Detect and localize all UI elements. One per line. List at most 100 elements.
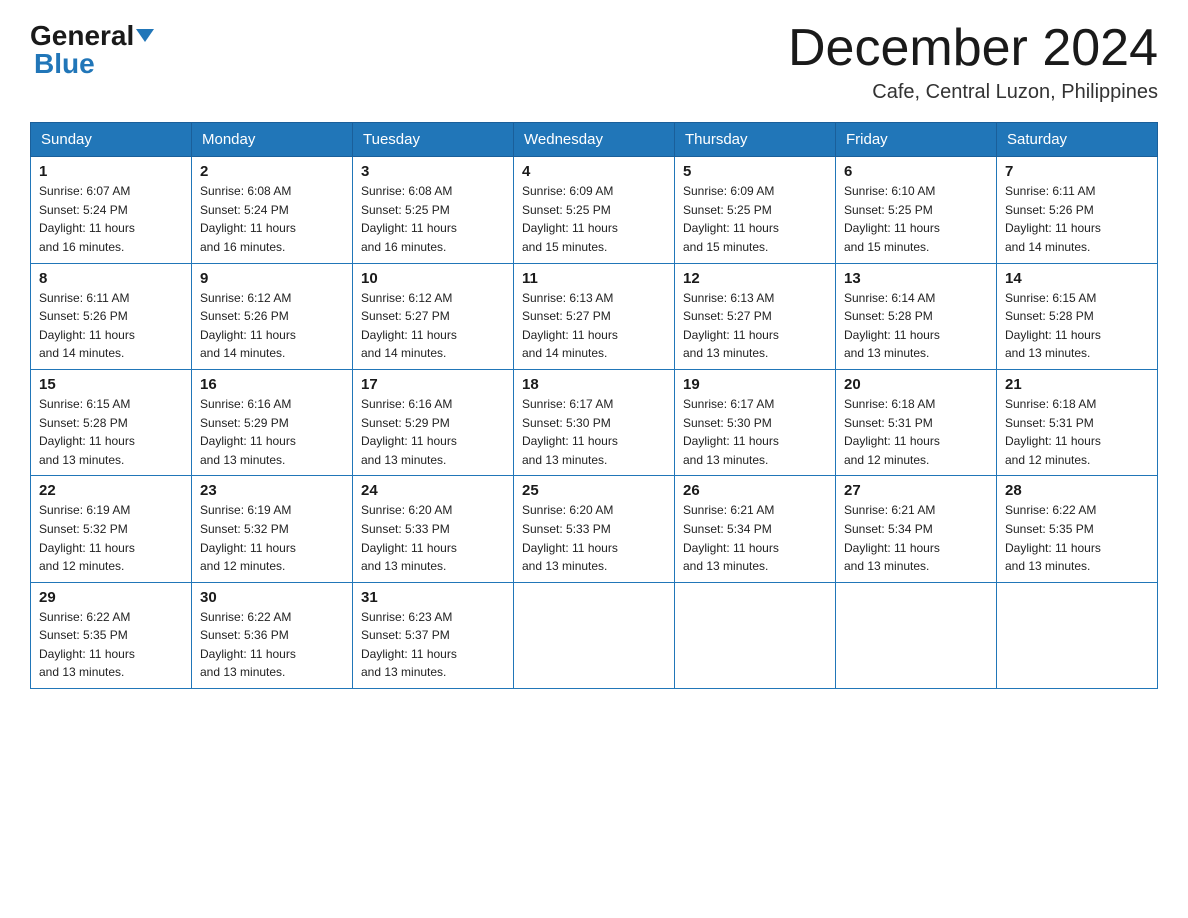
day-number: 30 bbox=[200, 589, 344, 606]
day-number: 15 bbox=[39, 376, 183, 393]
day-info: Sunrise: 6:07 AMSunset: 5:24 PMDaylight:… bbox=[39, 184, 135, 254]
table-row: 12 Sunrise: 6:13 AMSunset: 5:27 PMDaylig… bbox=[675, 263, 836, 369]
table-row: 20 Sunrise: 6:18 AMSunset: 5:31 PMDaylig… bbox=[836, 369, 997, 475]
day-number: 6 bbox=[844, 163, 988, 180]
day-number: 19 bbox=[683, 376, 827, 393]
day-info: Sunrise: 6:22 AMSunset: 5:35 PMDaylight:… bbox=[39, 610, 135, 680]
col-tuesday: Tuesday bbox=[353, 123, 514, 157]
day-info: Sunrise: 6:22 AMSunset: 5:36 PMDaylight:… bbox=[200, 610, 296, 680]
calendar-week-row: 22 Sunrise: 6:19 AMSunset: 5:32 PMDaylig… bbox=[31, 476, 1158, 582]
day-info: Sunrise: 6:22 AMSunset: 5:35 PMDaylight:… bbox=[1005, 503, 1101, 573]
day-number: 11 bbox=[522, 270, 666, 287]
table-row: 14 Sunrise: 6:15 AMSunset: 5:28 PMDaylig… bbox=[997, 263, 1158, 369]
calendar-week-row: 15 Sunrise: 6:15 AMSunset: 5:28 PMDaylig… bbox=[31, 369, 1158, 475]
day-info: Sunrise: 6:15 AMSunset: 5:28 PMDaylight:… bbox=[39, 397, 135, 467]
day-info: Sunrise: 6:20 AMSunset: 5:33 PMDaylight:… bbox=[522, 503, 618, 573]
day-number: 20 bbox=[844, 376, 988, 393]
table-row: 5 Sunrise: 6:09 AMSunset: 5:25 PMDayligh… bbox=[675, 157, 836, 263]
day-info: Sunrise: 6:20 AMSunset: 5:33 PMDaylight:… bbox=[361, 503, 457, 573]
day-info: Sunrise: 6:23 AMSunset: 5:37 PMDaylight:… bbox=[361, 610, 457, 680]
day-info: Sunrise: 6:11 AMSunset: 5:26 PMDaylight:… bbox=[1005, 184, 1101, 254]
table-row: 9 Sunrise: 6:12 AMSunset: 5:26 PMDayligh… bbox=[192, 263, 353, 369]
page-header: General Blue December 2024 Cafe, Central… bbox=[30, 20, 1158, 104]
day-info: Sunrise: 6:18 AMSunset: 5:31 PMDaylight:… bbox=[1005, 397, 1101, 467]
table-row: 2 Sunrise: 6:08 AMSunset: 5:24 PMDayligh… bbox=[192, 157, 353, 263]
table-row bbox=[836, 582, 997, 688]
day-info: Sunrise: 6:15 AMSunset: 5:28 PMDaylight:… bbox=[1005, 291, 1101, 361]
table-row: 7 Sunrise: 6:11 AMSunset: 5:26 PMDayligh… bbox=[997, 157, 1158, 263]
table-row bbox=[997, 582, 1158, 688]
day-info: Sunrise: 6:12 AMSunset: 5:27 PMDaylight:… bbox=[361, 291, 457, 361]
subtitle: Cafe, Central Luzon, Philippines bbox=[788, 81, 1158, 104]
day-number: 3 bbox=[361, 163, 505, 180]
table-row: 6 Sunrise: 6:10 AMSunset: 5:25 PMDayligh… bbox=[836, 157, 997, 263]
day-info: Sunrise: 6:17 AMSunset: 5:30 PMDaylight:… bbox=[522, 397, 618, 467]
calendar-week-row: 1 Sunrise: 6:07 AMSunset: 5:24 PMDayligh… bbox=[31, 157, 1158, 263]
table-row: 27 Sunrise: 6:21 AMSunset: 5:34 PMDaylig… bbox=[836, 476, 997, 582]
table-row: 16 Sunrise: 6:16 AMSunset: 5:29 PMDaylig… bbox=[192, 369, 353, 475]
table-row bbox=[675, 582, 836, 688]
table-row: 11 Sunrise: 6:13 AMSunset: 5:27 PMDaylig… bbox=[514, 263, 675, 369]
table-row: 25 Sunrise: 6:20 AMSunset: 5:33 PMDaylig… bbox=[514, 476, 675, 582]
day-info: Sunrise: 6:14 AMSunset: 5:28 PMDaylight:… bbox=[844, 291, 940, 361]
table-row: 29 Sunrise: 6:22 AMSunset: 5:35 PMDaylig… bbox=[31, 582, 192, 688]
day-info: Sunrise: 6:10 AMSunset: 5:25 PMDaylight:… bbox=[844, 184, 940, 254]
day-info: Sunrise: 6:19 AMSunset: 5:32 PMDaylight:… bbox=[200, 503, 296, 573]
day-number: 22 bbox=[39, 482, 183, 499]
table-row: 28 Sunrise: 6:22 AMSunset: 5:35 PMDaylig… bbox=[997, 476, 1158, 582]
day-number: 31 bbox=[361, 589, 505, 606]
logo-triangle-icon bbox=[136, 29, 154, 42]
table-row: 10 Sunrise: 6:12 AMSunset: 5:27 PMDaylig… bbox=[353, 263, 514, 369]
day-number: 21 bbox=[1005, 376, 1149, 393]
col-friday: Friday bbox=[836, 123, 997, 157]
day-number: 5 bbox=[683, 163, 827, 180]
day-info: Sunrise: 6:18 AMSunset: 5:31 PMDaylight:… bbox=[844, 397, 940, 467]
day-number: 9 bbox=[200, 270, 344, 287]
day-number: 8 bbox=[39, 270, 183, 287]
day-number: 29 bbox=[39, 589, 183, 606]
day-number: 17 bbox=[361, 376, 505, 393]
table-row: 17 Sunrise: 6:16 AMSunset: 5:29 PMDaylig… bbox=[353, 369, 514, 475]
col-wednesday: Wednesday bbox=[514, 123, 675, 157]
day-number: 2 bbox=[200, 163, 344, 180]
table-row: 15 Sunrise: 6:15 AMSunset: 5:28 PMDaylig… bbox=[31, 369, 192, 475]
day-info: Sunrise: 6:13 AMSunset: 5:27 PMDaylight:… bbox=[522, 291, 618, 361]
table-row: 23 Sunrise: 6:19 AMSunset: 5:32 PMDaylig… bbox=[192, 476, 353, 582]
table-row: 3 Sunrise: 6:08 AMSunset: 5:25 PMDayligh… bbox=[353, 157, 514, 263]
calendar-header-row: Sunday Monday Tuesday Wednesday Thursday… bbox=[31, 123, 1158, 157]
day-number: 16 bbox=[200, 376, 344, 393]
day-number: 10 bbox=[361, 270, 505, 287]
day-info: Sunrise: 6:21 AMSunset: 5:34 PMDaylight:… bbox=[844, 503, 940, 573]
table-row: 24 Sunrise: 6:20 AMSunset: 5:33 PMDaylig… bbox=[353, 476, 514, 582]
day-info: Sunrise: 6:19 AMSunset: 5:32 PMDaylight:… bbox=[39, 503, 135, 573]
day-info: Sunrise: 6:13 AMSunset: 5:27 PMDaylight:… bbox=[683, 291, 779, 361]
day-info: Sunrise: 6:16 AMSunset: 5:29 PMDaylight:… bbox=[200, 397, 296, 467]
table-row: 19 Sunrise: 6:17 AMSunset: 5:30 PMDaylig… bbox=[675, 369, 836, 475]
table-row: 18 Sunrise: 6:17 AMSunset: 5:30 PMDaylig… bbox=[514, 369, 675, 475]
day-number: 27 bbox=[844, 482, 988, 499]
day-info: Sunrise: 6:08 AMSunset: 5:24 PMDaylight:… bbox=[200, 184, 296, 254]
col-saturday: Saturday bbox=[997, 123, 1158, 157]
calendar-week-row: 29 Sunrise: 6:22 AMSunset: 5:35 PMDaylig… bbox=[31, 582, 1158, 688]
main-title: December 2024 bbox=[788, 20, 1158, 77]
day-info: Sunrise: 6:16 AMSunset: 5:29 PMDaylight:… bbox=[361, 397, 457, 467]
table-row bbox=[514, 582, 675, 688]
day-number: 12 bbox=[683, 270, 827, 287]
table-row: 31 Sunrise: 6:23 AMSunset: 5:37 PMDaylig… bbox=[353, 582, 514, 688]
day-number: 18 bbox=[522, 376, 666, 393]
day-info: Sunrise: 6:09 AMSunset: 5:25 PMDaylight:… bbox=[683, 184, 779, 254]
day-info: Sunrise: 6:21 AMSunset: 5:34 PMDaylight:… bbox=[683, 503, 779, 573]
day-info: Sunrise: 6:11 AMSunset: 5:26 PMDaylight:… bbox=[39, 291, 135, 361]
table-row: 8 Sunrise: 6:11 AMSunset: 5:26 PMDayligh… bbox=[31, 263, 192, 369]
calendar-table: Sunday Monday Tuesday Wednesday Thursday… bbox=[30, 122, 1158, 689]
day-info: Sunrise: 6:12 AMSunset: 5:26 PMDaylight:… bbox=[200, 291, 296, 361]
col-sunday: Sunday bbox=[31, 123, 192, 157]
day-info: Sunrise: 6:17 AMSunset: 5:30 PMDaylight:… bbox=[683, 397, 779, 467]
title-block: December 2024 Cafe, Central Luzon, Phili… bbox=[788, 20, 1158, 104]
calendar-week-row: 8 Sunrise: 6:11 AMSunset: 5:26 PMDayligh… bbox=[31, 263, 1158, 369]
table-row: 26 Sunrise: 6:21 AMSunset: 5:34 PMDaylig… bbox=[675, 476, 836, 582]
col-thursday: Thursday bbox=[675, 123, 836, 157]
day-number: 4 bbox=[522, 163, 666, 180]
table-row: 30 Sunrise: 6:22 AMSunset: 5:36 PMDaylig… bbox=[192, 582, 353, 688]
table-row: 22 Sunrise: 6:19 AMSunset: 5:32 PMDaylig… bbox=[31, 476, 192, 582]
